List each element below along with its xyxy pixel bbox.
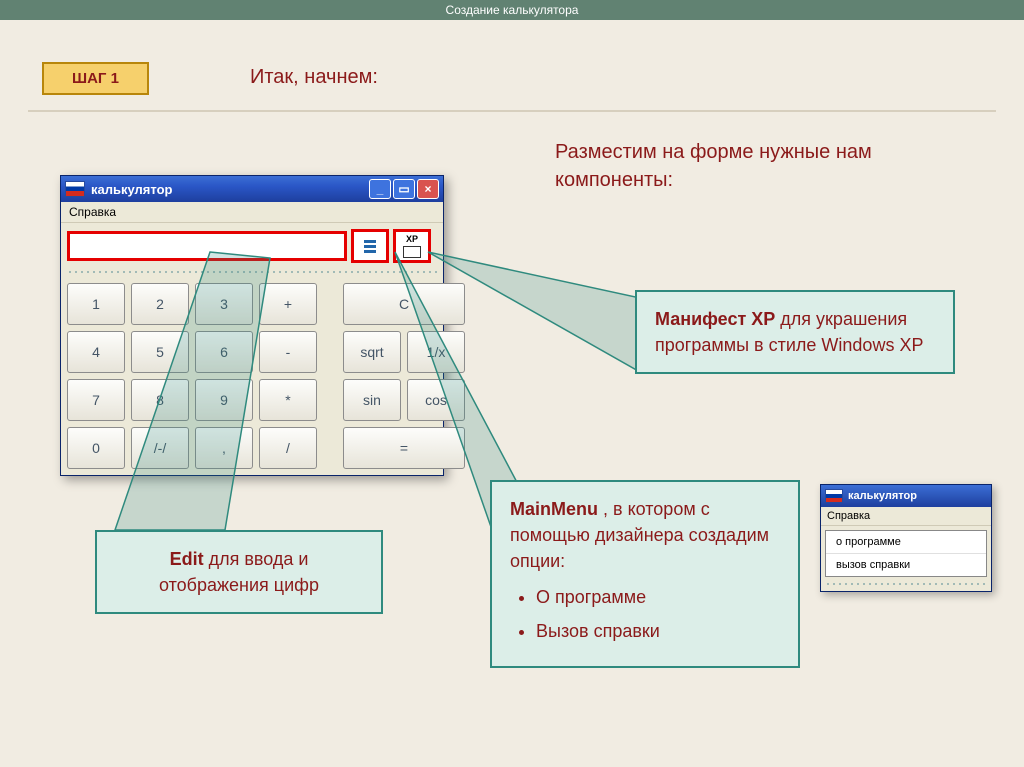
menu-item-help[interactable]: вызов справки bbox=[826, 554, 986, 576]
callout-mm-item: О программе bbox=[536, 584, 780, 610]
callout-mm-item: Вызов справки bbox=[536, 618, 780, 644]
key-c[interactable]: C bbox=[343, 283, 465, 325]
callout-edit-bold: Edit bbox=[170, 549, 204, 569]
key-1[interactable]: 1 bbox=[67, 283, 125, 325]
menu-item-about[interactable]: о программе bbox=[826, 531, 986, 554]
page-title: Создание калькулятора bbox=[0, 0, 1024, 20]
callout-xpmanifest: Манифест XP для украшения программы в ст… bbox=[635, 290, 955, 374]
key-mult[interactable]: * bbox=[259, 379, 317, 421]
key-minus[interactable]: - bbox=[259, 331, 317, 373]
mini-title: калькулятор bbox=[848, 490, 917, 502]
key-9[interactable]: 9 bbox=[195, 379, 253, 421]
callout-xp-bold: Манифест XP bbox=[655, 309, 775, 329]
xpmanifest-component-icon[interactable]: XP bbox=[393, 229, 431, 263]
close-button[interactable]: × bbox=[417, 179, 439, 199]
mainmenu-component-icon[interactable] bbox=[351, 229, 389, 263]
key-0[interactable]: 0 bbox=[67, 427, 125, 469]
key-div[interactable]: / bbox=[259, 427, 317, 469]
step-badge: ШАГ 1 bbox=[42, 62, 149, 95]
mini-titlebar: калькулятор bbox=[821, 485, 991, 507]
flag-icon bbox=[825, 489, 843, 503]
titlebar: калькулятор _ ▭ × bbox=[61, 176, 443, 202]
window-title: калькулятор bbox=[91, 182, 367, 197]
key-3[interactable]: 3 bbox=[195, 283, 253, 325]
key-cos[interactable]: cos bbox=[407, 379, 465, 421]
key-sign[interactable]: /-/ bbox=[131, 427, 189, 469]
menu-help[interactable]: Справка bbox=[61, 202, 443, 223]
key-equals[interactable]: = bbox=[343, 427, 465, 469]
key-4[interactable]: 4 bbox=[67, 331, 125, 373]
key-8[interactable]: 8 bbox=[131, 379, 189, 421]
key-6[interactable]: 6 bbox=[195, 331, 253, 373]
key-plus[interactable]: + bbox=[259, 283, 317, 325]
callout-mm-bold: MainMenu bbox=[510, 499, 598, 519]
mini-dropdown: о программе вызов справки bbox=[825, 530, 987, 577]
keypad: 1 2 3 + C 4 5 6 - sqrt 1/x 7 8 9 * sin c… bbox=[67, 283, 437, 469]
lead-text: Разместим на форме нужные нам компоненты… bbox=[555, 138, 935, 194]
mini-menu-help[interactable]: Справка bbox=[821, 507, 991, 526]
mini-window: калькулятор Справка о программе вызов сп… bbox=[820, 484, 992, 592]
key-sin[interactable]: sin bbox=[343, 379, 401, 421]
key-7[interactable]: 7 bbox=[67, 379, 125, 421]
key-comma[interactable]: , bbox=[195, 427, 253, 469]
calculator-window: калькулятор _ ▭ × Справка XP 1 2 3 + bbox=[60, 175, 444, 476]
designer-grid-dots bbox=[67, 269, 437, 275]
key-5[interactable]: 5 bbox=[131, 331, 189, 373]
callout-mainmenu: MainMenu , в котором с помощью дизайнера… bbox=[490, 480, 800, 668]
key-2[interactable]: 2 bbox=[131, 283, 189, 325]
minimize-button[interactable]: _ bbox=[369, 179, 391, 199]
designer-grid-dots bbox=[825, 581, 987, 587]
intro-text: Итак, начнем: bbox=[250, 66, 378, 89]
key-sqrt[interactable]: sqrt bbox=[343, 331, 401, 373]
flag-icon bbox=[65, 181, 85, 197]
callout-edit: Edit для ввода и отображения цифр bbox=[95, 530, 383, 614]
edit-input[interactable] bbox=[67, 231, 347, 261]
key-inverse[interactable]: 1/x bbox=[407, 331, 465, 373]
divider bbox=[28, 110, 996, 112]
maximize-button[interactable]: ▭ bbox=[393, 179, 415, 199]
